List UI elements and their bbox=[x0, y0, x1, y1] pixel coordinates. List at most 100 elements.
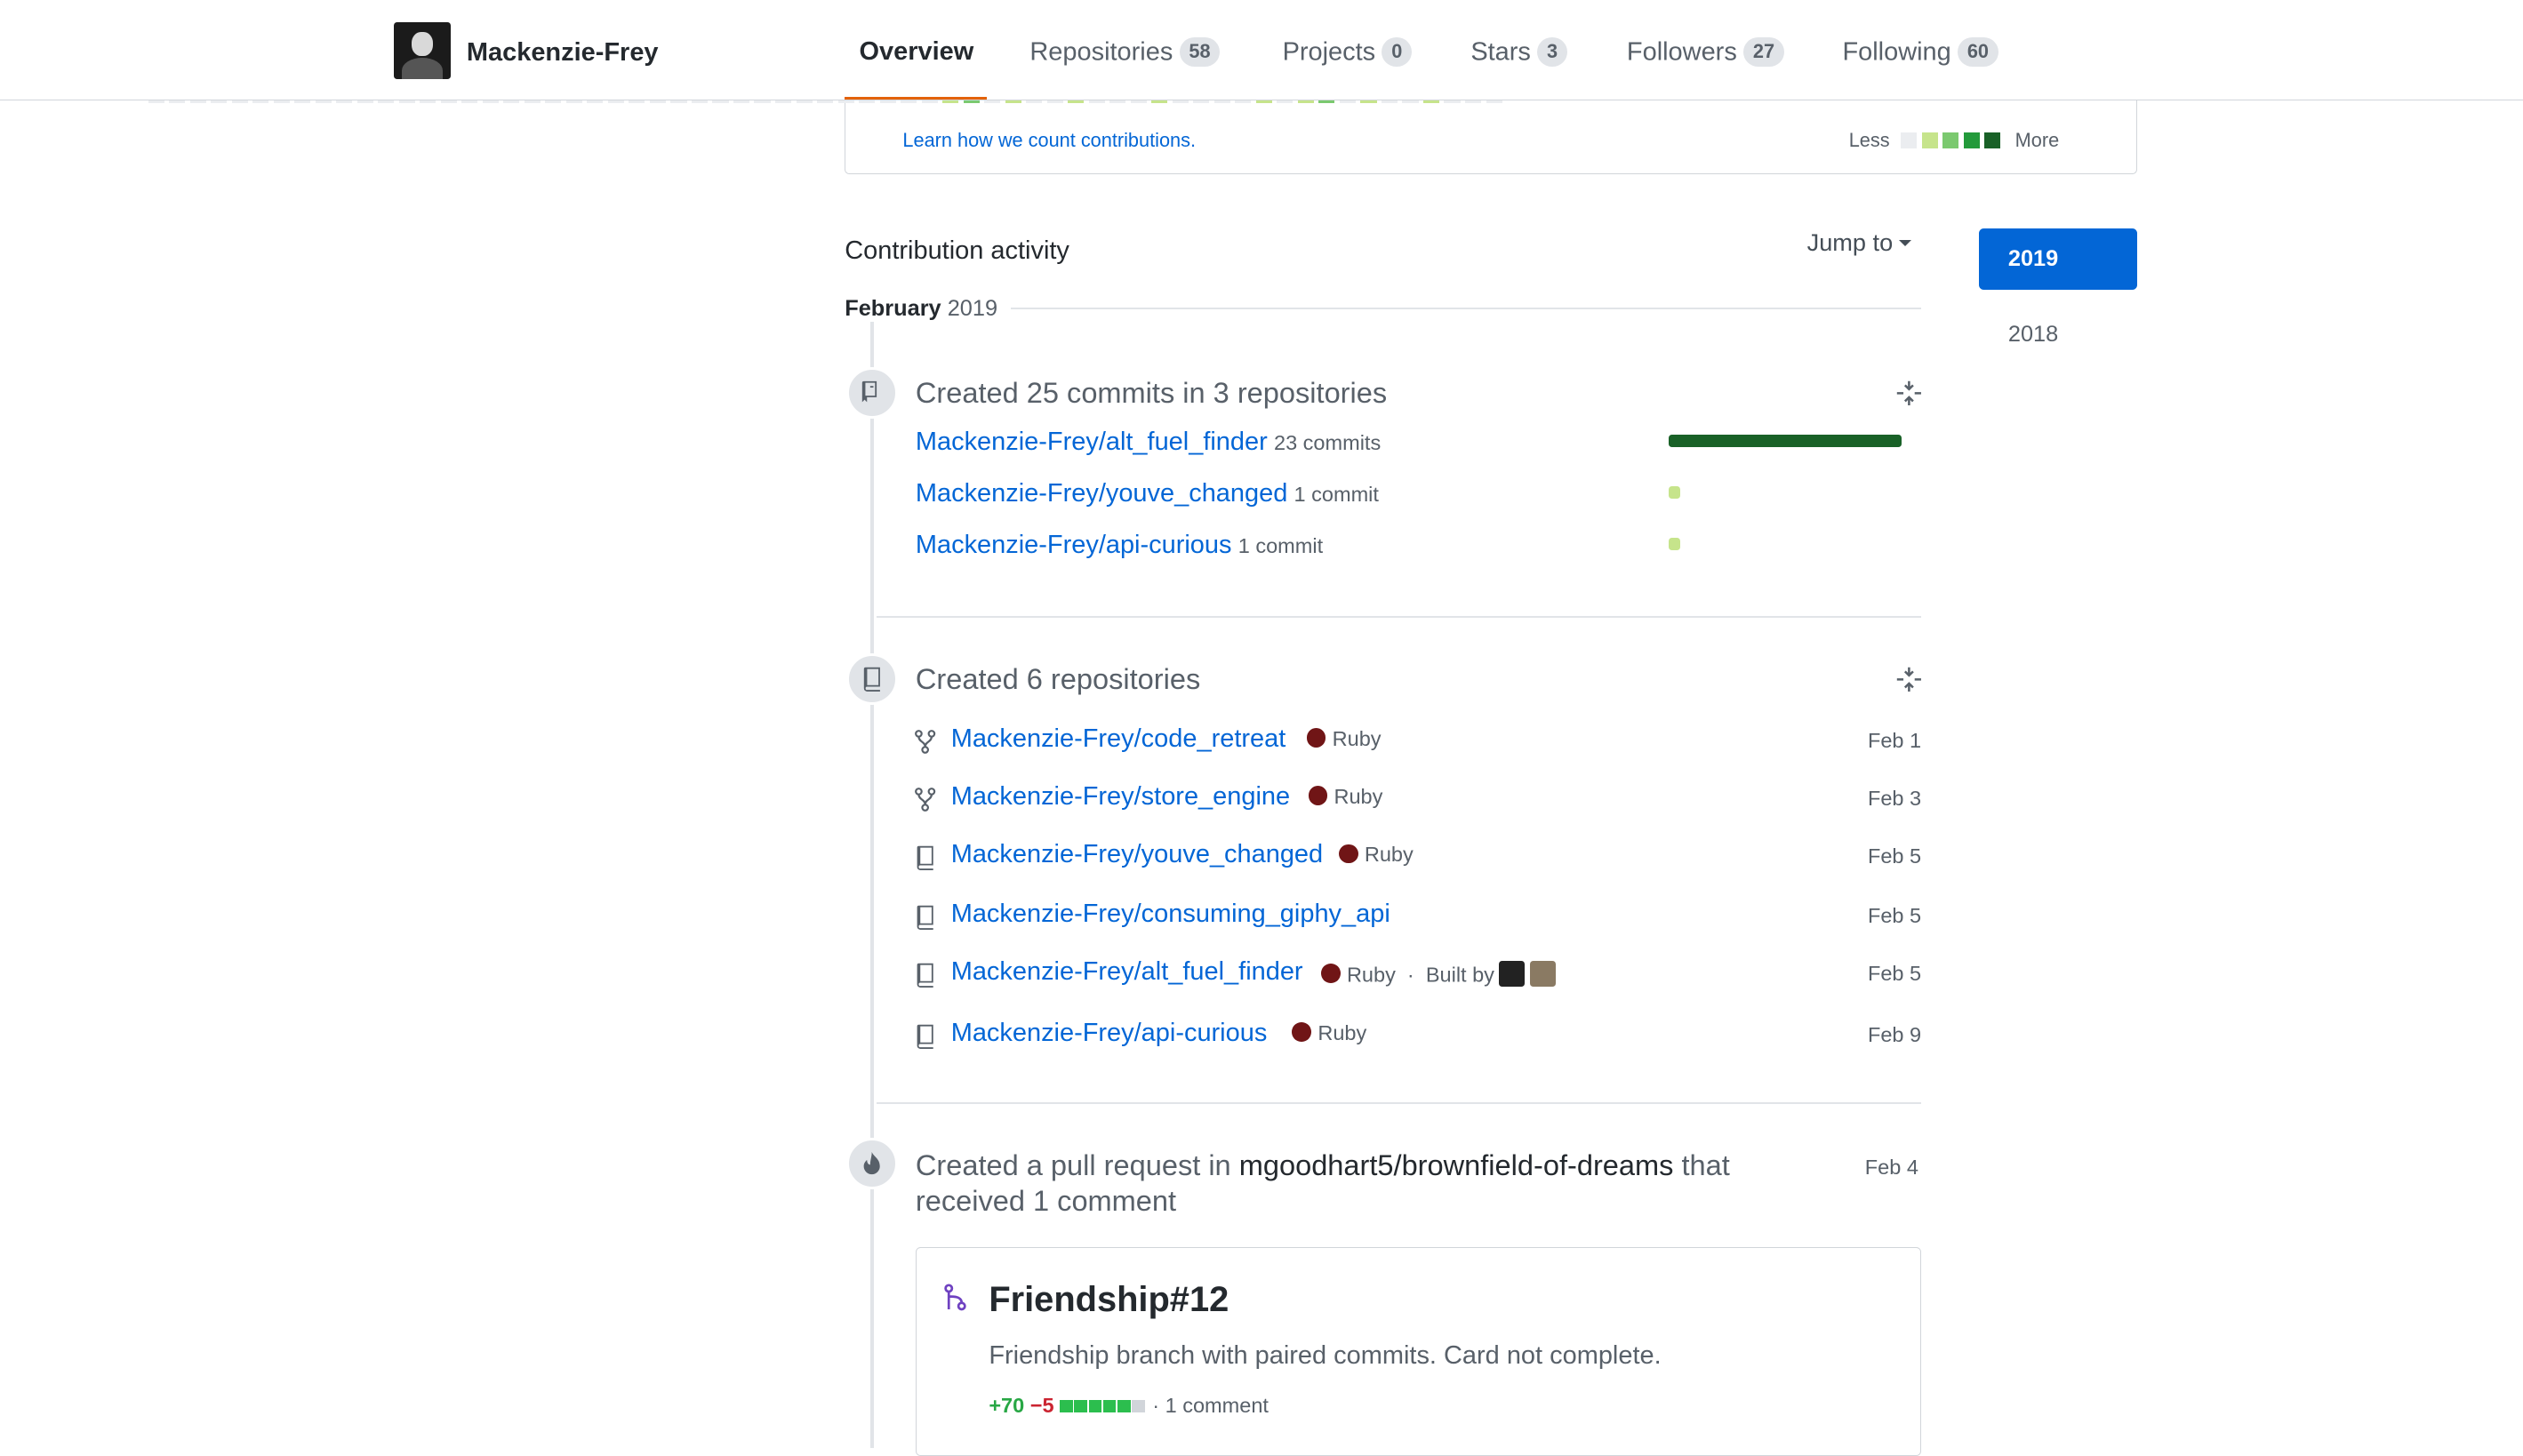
language-label: Ruby bbox=[1318, 1021, 1367, 1045]
timeline-line bbox=[870, 322, 874, 1448]
tab-stars[interactable]: Stars 3 bbox=[1470, 36, 1567, 67]
fold-icon[interactable] bbox=[1895, 380, 1923, 407]
tab-repositories[interactable]: Repositories 58 bbox=[1029, 36, 1221, 67]
pull-request-stats: +70 −5 · 1 comment bbox=[989, 1394, 1269, 1418]
commit-progress-bar bbox=[1668, 485, 1680, 500]
commit-progress-bar bbox=[1668, 537, 1680, 550]
repo-icon bbox=[917, 964, 933, 988]
pr-date: Feb 4 bbox=[1864, 1155, 1918, 1179]
diffstat-bar bbox=[1060, 1394, 1147, 1417]
repo-date: Feb 1 bbox=[1867, 728, 1922, 752]
repo-language: Ruby bbox=[1308, 785, 1383, 809]
commit-icon bbox=[846, 366, 898, 419]
language-label: Ruby bbox=[1346, 963, 1396, 987]
pr-repo-link[interactable]: mgoodhart5/brownfield-of-dreams bbox=[1239, 1149, 1674, 1181]
tab-count: 3 bbox=[1537, 36, 1567, 67]
legend-swatch bbox=[1901, 132, 1918, 148]
profile-header: Mackenzie-Frey Overview Repositories 58 P… bbox=[0, 0, 2523, 101]
legend-more-label: More bbox=[2014, 128, 2060, 151]
commit-count: 1 commit bbox=[1237, 534, 1324, 558]
repo-icon bbox=[917, 846, 933, 871]
month-heading: February 2019 bbox=[845, 296, 1011, 323]
commit-repo-link[interactable]: Mackenzie-Frey/youve_changed bbox=[916, 479, 1287, 508]
tab-label: Following bbox=[1842, 37, 1951, 67]
repo-date: Feb 5 bbox=[1867, 904, 1922, 928]
repo-language: Ruby · Built by bbox=[1321, 960, 1556, 988]
contributor-avatar[interactable] bbox=[1529, 960, 1556, 987]
repo-row: Mackenzie-Frey/store_engine Ruby Feb 3 bbox=[914, 782, 1921, 818]
deletions-count: −5 bbox=[1029, 1394, 1054, 1418]
repos-summary: Created 6 repositories bbox=[915, 662, 1201, 695]
commit-count: 1 commit bbox=[1294, 483, 1379, 507]
repo-link[interactable]: Mackenzie-Frey/code_retreat bbox=[951, 724, 1286, 754]
year-button-2019[interactable]: 2019 bbox=[1979, 228, 2137, 290]
built-by-label: Built by bbox=[1425, 963, 1494, 987]
commit-repo-link[interactable]: Mackenzie-Frey/api-curious bbox=[916, 531, 1232, 559]
tab-following[interactable]: Following 60 bbox=[1842, 36, 1998, 67]
repo-date: Feb 3 bbox=[1867, 787, 1922, 811]
repo-icon bbox=[846, 652, 898, 705]
tab-label: Repositories bbox=[1029, 37, 1173, 67]
pull-request-title[interactable]: Friendship#12 bbox=[989, 1280, 1229, 1320]
repo-row: Mackenzie-Frey/consuming_giphy_api Feb 5 bbox=[914, 900, 1921, 935]
fold-icon[interactable] bbox=[1895, 666, 1923, 693]
commit-repo-row: Mackenzie-Frey/youve_changed 1 commit bbox=[916, 479, 1379, 508]
comment-count: 1 comment bbox=[1165, 1394, 1269, 1418]
tab-label: Followers bbox=[1626, 37, 1737, 67]
repo-icon bbox=[917, 906, 933, 931]
activity-divider bbox=[877, 616, 1922, 619]
language-label: Ruby bbox=[1332, 727, 1382, 751]
commits-summary: Created 25 commits in 3 repositories bbox=[915, 376, 1388, 409]
repo-date: Feb 5 bbox=[1867, 962, 1922, 986]
pull-request-description: Friendship branch with paired commits. C… bbox=[989, 1340, 1662, 1370]
legend-swatch bbox=[1963, 132, 1980, 148]
language-color-dot bbox=[1292, 1022, 1312, 1043]
avatar[interactable] bbox=[394, 22, 451, 79]
caret-down-icon bbox=[1899, 239, 1912, 246]
year-link-2018[interactable]: 2018 bbox=[2008, 322, 2058, 348]
commit-count: 23 commits bbox=[1273, 431, 1382, 455]
contributor-avatar[interactable] bbox=[1499, 960, 1526, 987]
tab-label: Stars bbox=[1470, 37, 1531, 67]
avatar-head bbox=[412, 32, 433, 57]
language-color-dot bbox=[1308, 786, 1328, 806]
tab-label: Projects bbox=[1282, 37, 1376, 67]
learn-contributions-link[interactable]: Learn how we count contributions. bbox=[902, 129, 1196, 152]
username[interactable]: Mackenzie-Frey bbox=[467, 38, 659, 68]
repo-row: Mackenzie-Frey/youve_changed Ruby Feb 5 bbox=[914, 840, 1921, 876]
language-color-dot bbox=[1338, 844, 1358, 864]
pull-request-summary: Created a pull request in mgoodhart5/bro… bbox=[916, 1148, 1817, 1220]
repo-link[interactable]: Mackenzie-Frey/api-curious bbox=[951, 1019, 1268, 1048]
legend-swatch bbox=[1921, 132, 1938, 148]
repo-row: Mackenzie-Frey/alt_fuel_finder Ruby · Bu… bbox=[914, 957, 1921, 993]
tab-count: 27 bbox=[1743, 36, 1784, 67]
tab-projects[interactable]: Projects 0 bbox=[1282, 36, 1413, 67]
activity-divider bbox=[877, 1101, 1922, 1104]
avatar-shoulders bbox=[402, 58, 443, 79]
repo-link[interactable]: Mackenzie-Frey/consuming_giphy_api bbox=[951, 900, 1390, 929]
tab-overview[interactable]: Overview bbox=[860, 37, 974, 67]
additions-count: +70 bbox=[989, 1394, 1025, 1418]
commit-repo-row: Mackenzie-Frey/alt_fuel_finder 23 commits bbox=[916, 428, 1381, 457]
repo-link[interactable]: Mackenzie-Frey/store_engine bbox=[951, 782, 1290, 812]
commit-repo-link[interactable]: Mackenzie-Frey/alt_fuel_finder bbox=[916, 428, 1268, 456]
language-label: Ruby bbox=[1334, 785, 1383, 809]
section-title: Contribution activity bbox=[845, 236, 1069, 266]
repo-language: Ruby bbox=[1306, 727, 1382, 751]
repo-row: Mackenzie-Frey/api-curious Ruby Feb 9 bbox=[914, 1019, 1921, 1054]
tab-followers[interactable]: Followers 27 bbox=[1626, 36, 1784, 67]
language-color-dot bbox=[1306, 728, 1326, 748]
repo-link[interactable]: Mackenzie-Frey/alt_fuel_finder bbox=[951, 957, 1303, 987]
graph-legend: Less More bbox=[1849, 129, 2059, 152]
commit-repo-row: Mackenzie-Frey/api-curious 1 commit bbox=[916, 531, 1323, 560]
legend-swatch bbox=[1942, 132, 1959, 148]
repo-icon bbox=[917, 1024, 933, 1050]
jump-to-dropdown[interactable]: Jump to bbox=[1807, 228, 1912, 257]
month-name: February bbox=[845, 296, 941, 322]
month-year: 2019 bbox=[947, 296, 998, 322]
repo-date: Feb 9 bbox=[1867, 1023, 1922, 1047]
repo-date: Feb 5 bbox=[1867, 844, 1922, 868]
repo-language: Ruby bbox=[1338, 843, 1414, 867]
tab-count: 58 bbox=[1179, 36, 1221, 67]
repo-link[interactable]: Mackenzie-Frey/youve_changed bbox=[951, 840, 1323, 869]
